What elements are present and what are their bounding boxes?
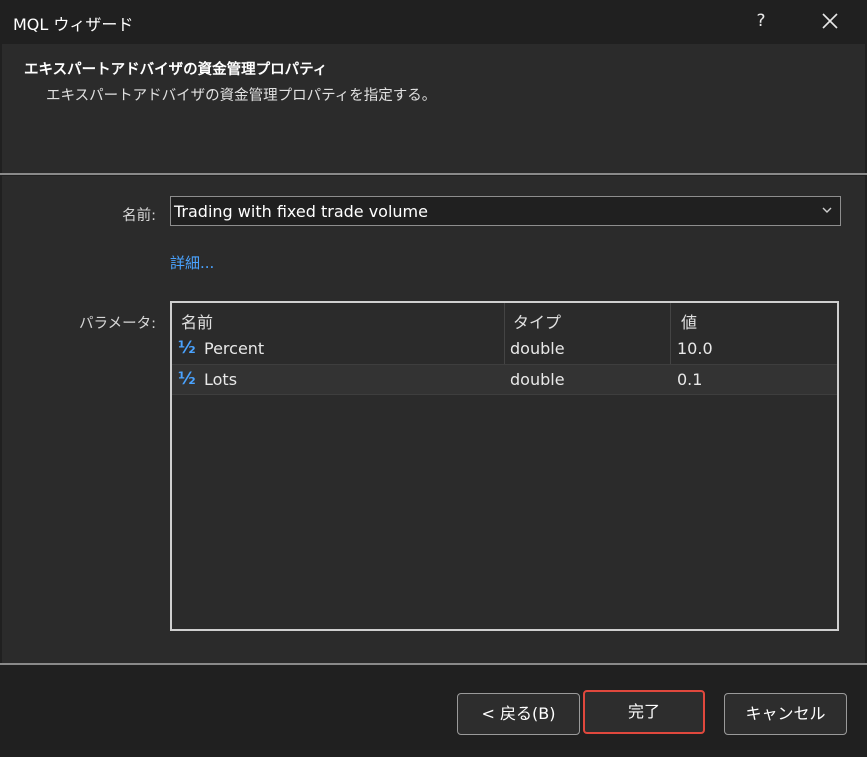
- table-row[interactable]: ½ Percent double 10.0: [172, 334, 837, 364]
- window-title: MQL ウィザード: [13, 15, 134, 34]
- chevron-down-icon: [822, 207, 832, 213]
- cancel-button[interactable]: キャンセル: [724, 693, 847, 735]
- param-name: Lots: [204, 370, 238, 389]
- header-divider: [0, 173, 867, 175]
- finish-button[interactable]: 完了: [583, 690, 705, 734]
- money-management-select[interactable]: Trading with fixed trade volume: [170, 196, 841, 226]
- name-label: 名前:: [122, 208, 156, 224]
- row-divider: [172, 394, 837, 395]
- fraction-icon: ½: [178, 338, 196, 358]
- param-name: Percent: [204, 339, 265, 358]
- parameters-label: パラメータ:: [79, 316, 156, 332]
- param-type: double: [510, 370, 565, 389]
- param-value[interactable]: 10.0: [677, 339, 713, 358]
- column-header-name[interactable]: 名前: [181, 309, 213, 333]
- page-subtitle: エキスパートアドバイザの資金管理プロパティを指定する。: [46, 88, 437, 104]
- details-link[interactable]: 詳細...: [170, 252, 214, 273]
- wizard-header: エキスパートアドバイザの資金管理プロパティ エキスパートアドバイザの資金管理プロ…: [2, 44, 865, 173]
- close-icon: [822, 13, 838, 29]
- param-value[interactable]: 0.1: [677, 370, 702, 389]
- param-type: double: [510, 339, 565, 358]
- help-button[interactable]: ?: [748, 8, 774, 34]
- parameters-table[interactable]: 名前 タイプ 値 ½ Percent double 10.0 ½ Lots do…: [170, 301, 839, 631]
- wizard-footer: < 戻る(B) 完了 キャンセル: [0, 666, 867, 757]
- title-bar: MQL ウィザード ?: [0, 0, 867, 44]
- column-header-type[interactable]: タイプ: [513, 309, 561, 333]
- fraction-icon: ½: [178, 369, 196, 389]
- table-row[interactable]: ½ Lots double 0.1: [172, 365, 837, 395]
- column-header-value[interactable]: 値: [681, 309, 697, 333]
- select-value: Trading with fixed trade volume: [174, 202, 428, 221]
- close-button[interactable]: [816, 7, 844, 35]
- footer-divider: [0, 663, 867, 665]
- back-button[interactable]: < 戻る(B): [457, 693, 580, 735]
- page-title: エキスパートアドバイザの資金管理プロパティ: [24, 62, 328, 78]
